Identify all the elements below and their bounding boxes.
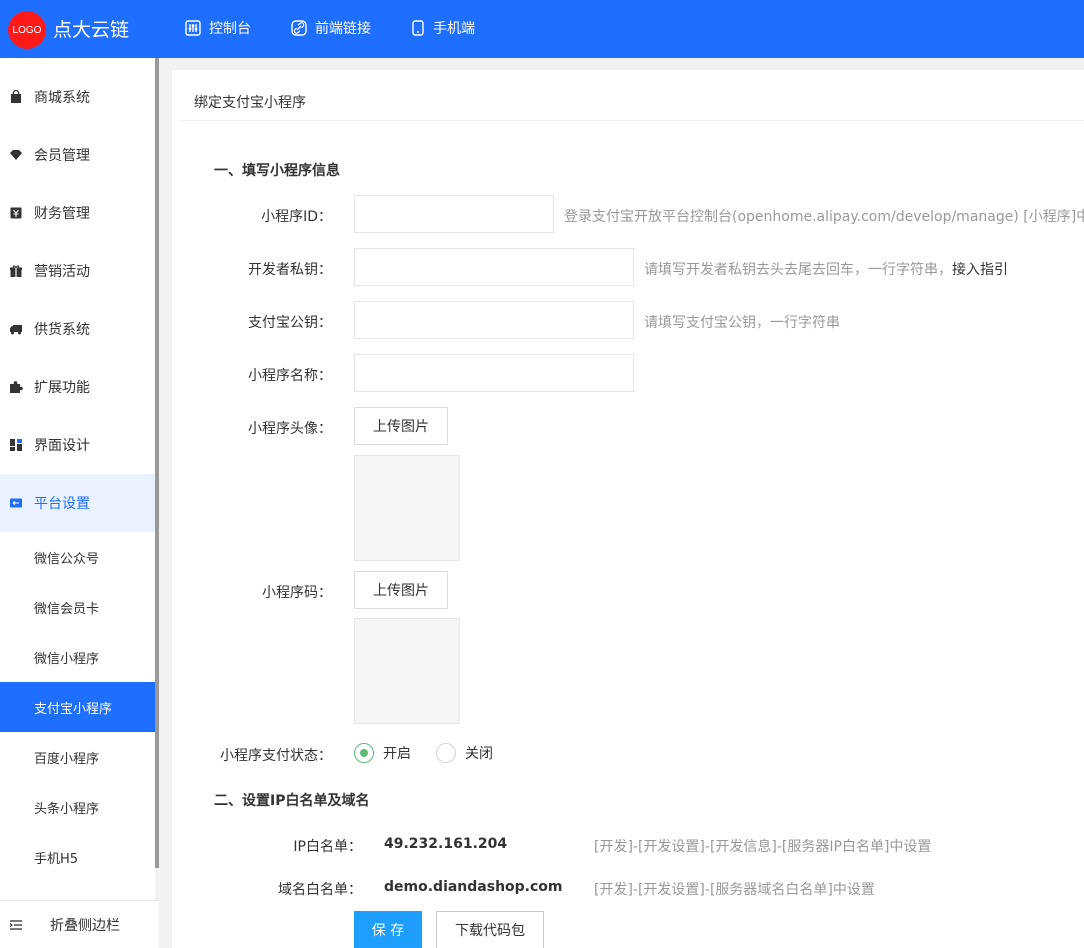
sidebar-item-mall[interactable]: 商城系统: [0, 68, 155, 126]
platform-icon: [10, 498, 22, 508]
public-key-label: 支付宝公钥：: [248, 315, 332, 331]
link-icon: [291, 20, 307, 36]
sidebar: 商城系统 会员管理 财务管理 营销活动 供货系统 扩展功能 界面设计 平台设置 …: [0, 58, 155, 948]
radio-checked-icon: [354, 743, 374, 763]
sidebar-subitem-mobile-h5[interactable]: 手机H5: [0, 832, 155, 882]
domain-whitelist-value: demo.diandashop.com: [384, 879, 563, 895]
layout-icon: [10, 439, 22, 451]
sidebar-item-platform-settings[interactable]: 平台设置: [0, 474, 155, 532]
pay-status-label: 小程序支付状态：: [220, 748, 332, 764]
radio-label: 关闭: [465, 746, 493, 762]
sidebar-item-finance[interactable]: 财务管理: [0, 184, 155, 242]
diamond-icon: [10, 150, 22, 160]
sidebar-item-supply[interactable]: 供货系统: [0, 300, 155, 358]
sidebar-subitem-baidu-miniapp[interactable]: 百度小程序: [0, 732, 155, 782]
app-id-label: 小程序ID：: [261, 209, 332, 225]
sidebar-subitem-alipay-miniapp[interactable]: 支付宝小程序: [0, 682, 155, 732]
title-divider: [180, 120, 1084, 121]
sidebar-subitem-wechat-miniapp[interactable]: 微信小程序: [0, 632, 155, 682]
sidebar-subitem-toutiao-miniapp[interactable]: 头条小程序: [0, 782, 155, 832]
shopping-bag-icon: [11, 90, 21, 103]
private-key-label: 开发者私钥：: [248, 262, 332, 278]
integration-guide-link[interactable]: 接入指引: [952, 262, 1008, 278]
private-key-hint: 请填写开发者私钥去头去尾去回车，一行字符串，接入指引: [644, 259, 1008, 279]
sidebar-subitem-wechat-card[interactable]: 微信会员卡: [0, 582, 155, 632]
sidebar-item-marketing[interactable]: 营销活动: [0, 242, 155, 300]
upload-avatar-button[interactable]: 上传图片: [354, 407, 448, 445]
sidebar-subitem-wechat-official[interactable]: 微信公众号: [0, 532, 155, 582]
qrcode-label: 小程序码：: [262, 585, 332, 601]
finance-icon: [10, 207, 22, 219]
section-title-info: 一、填写小程序信息: [214, 163, 340, 179]
download-code-package-button[interactable]: 下载代码包: [436, 911, 544, 948]
logo: LOGO: [8, 11, 46, 49]
avatar-label: 小程序头像：: [248, 421, 332, 437]
pay-status-on-radio[interactable]: 开启: [354, 743, 411, 763]
top-header: LOGO 点大云链 控制台 前端链接 手机端: [0, 0, 1084, 58]
sidebar-scrollbar[interactable]: [155, 58, 159, 868]
save-button[interactable]: 保 存: [354, 911, 422, 948]
ip-whitelist-hint: [开发]-[开发设置]-[开发信息]-[服务器IP白名单]中设置: [594, 839, 932, 855]
truck-icon: [10, 325, 22, 335]
sidebar-item-members[interactable]: 会员管理: [0, 126, 155, 184]
domain-whitelist-label: 域名白名单：: [278, 882, 362, 898]
dashboard-icon: [185, 20, 201, 36]
upload-qrcode-button[interactable]: 上传图片: [354, 571, 448, 609]
ip-whitelist-label: IP白名单：: [293, 839, 362, 855]
collapse-menu-icon: [9, 919, 22, 930]
nav-frontend-links[interactable]: 前端链接: [291, 18, 371, 38]
public-key-input[interactable]: [354, 301, 634, 339]
brand-name: 点大云链: [53, 19, 130, 41]
private-key-hint-text: 请填写开发者私钥去头去尾去回车，一行字符串，: [644, 262, 952, 278]
radio-unchecked-icon: [436, 743, 456, 763]
nav-label: 手机端: [433, 21, 475, 37]
app-id-input[interactable]: [354, 195, 554, 233]
ip-whitelist-value: 49.232.161.204: [384, 836, 508, 852]
puzzle-icon: [10, 381, 23, 393]
gift-icon: [10, 265, 22, 277]
main-card: 绑定支付宝小程序 一、填写小程序信息 小程序ID： 登录支付宝开放平台控制台(o…: [172, 70, 1084, 948]
radio-label: 开启: [383, 746, 411, 762]
sidebar-item-ui-design[interactable]: 界面设计: [0, 416, 155, 474]
pay-status-off-radio[interactable]: 关闭: [436, 743, 493, 763]
public-key-hint: 请填写支付宝公钥，一行字符串: [644, 315, 840, 331]
sidebar-item-extensions[interactable]: 扩展功能: [0, 358, 155, 416]
qrcode-preview: [354, 618, 460, 724]
nav-label: 前端链接: [315, 21, 371, 37]
nav-label: 控制台: [209, 21, 251, 37]
page-title: 绑定支付宝小程序: [194, 95, 306, 111]
collapse-sidebar-button[interactable]: 折叠侧边栏: [0, 900, 159, 948]
nav-mobile[interactable]: 手机端: [411, 18, 475, 38]
app-name-label: 小程序名称：: [248, 368, 332, 384]
private-key-input[interactable]: [354, 248, 634, 286]
avatar-preview: [354, 455, 460, 561]
section-title-whitelist: 二、设置IP白名单及域名: [214, 793, 370, 809]
app-id-hint: 登录支付宝开放平台控制台(openhome.alipay.com/develop…: [564, 209, 1084, 225]
nav-dashboard[interactable]: 控制台: [185, 18, 251, 38]
app-name-input[interactable]: [354, 354, 634, 392]
phone-icon: [412, 20, 424, 36]
domain-whitelist-hint: [开发]-[开发设置]-[服务器域名白名单]中设置: [594, 882, 875, 898]
